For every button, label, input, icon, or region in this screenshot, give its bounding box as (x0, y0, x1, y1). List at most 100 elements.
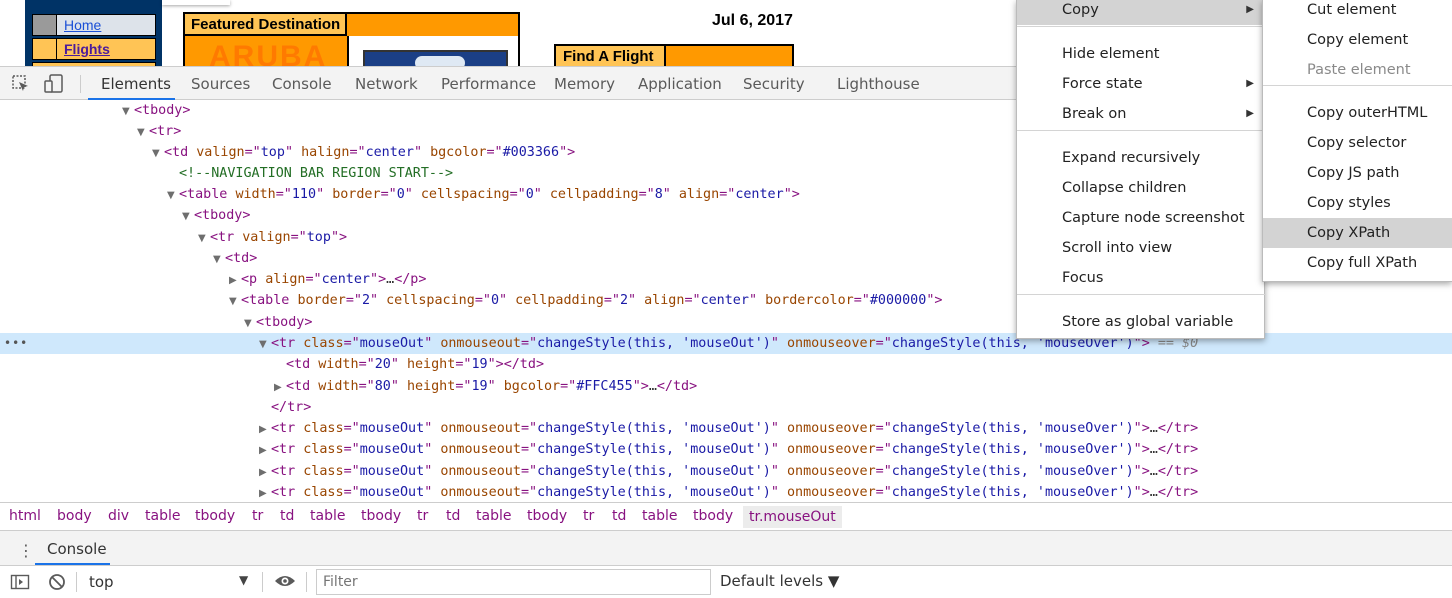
collapse-arrow-icon[interactable]: ▼ (213, 249, 225, 270)
breadcrumb-item[interactable]: body (57, 508, 92, 524)
tab-elements[interactable]: Elements (101, 75, 171, 93)
tab-memory[interactable]: Memory (554, 75, 615, 93)
collapse-arrow-icon[interactable]: ▼ (122, 101, 134, 122)
menu-item-label: Store as global variable (1062, 314, 1234, 330)
breadcrumb-item[interactable]: td (446, 508, 460, 524)
more-options-icon[interactable]: ⋮ (18, 541, 34, 560)
dom-node[interactable]: ▶ <tr class="mouseOut" onmouseout="change… (0, 461, 1452, 482)
breadcrumb-item[interactable]: table (310, 508, 345, 524)
dom-node[interactable]: ▶ <tr class="mouseOut" onmouseout="change… (0, 482, 1452, 502)
expand-arrow-icon[interactable]: ▶ (229, 270, 241, 291)
submenu-item-copy-selector[interactable]: Copy selector (1263, 128, 1452, 158)
menu-item-copy[interactable]: Copy ▶ (1017, 0, 1266, 25)
show-sidebar-icon[interactable] (10, 572, 30, 596)
breadcrumb-item[interactable]: tr (417, 508, 428, 524)
collapse-arrow-icon[interactable]: ▼ (167, 185, 179, 206)
collapse-arrow-icon[interactable]: ▼ (244, 313, 256, 334)
menu-item-label: Hide element (1062, 46, 1160, 62)
tab-network[interactable]: Network (355, 75, 418, 93)
copy-submenu: Cut element Copy element Paste element Copy… (1262, 0, 1452, 282)
submenu-item-copy-element[interactable]: Copy element (1263, 25, 1452, 55)
expand-arrow-icon[interactable]: ▶ (259, 419, 271, 440)
menu-item-break-on[interactable]: Break on ▶ (1017, 99, 1266, 129)
collapse-arrow-icon[interactable]: ▼ (229, 291, 241, 312)
breadcrumb-item[interactable]: tr (252, 508, 263, 524)
menu-item-capture-node-screenshot[interactable]: Capture node screenshot (1017, 203, 1266, 233)
dom-node[interactable]: <td width="20" height="19"></td> (0, 354, 1452, 375)
breadcrumb-item[interactable]: table (642, 508, 677, 524)
breadcrumb-current[interactable]: tr.mouseOut (743, 506, 842, 528)
collapse-arrow-icon[interactable]: ▼ (182, 206, 194, 227)
submenu-item-copy-styles[interactable]: Copy styles (1263, 188, 1452, 218)
menu-item-label: Copy (1062, 2, 1099, 18)
page-date: Jul 6, 2017 (712, 12, 793, 29)
breadcrumb-item[interactable]: tbody (693, 508, 733, 524)
nav-link-flights[interactable]: Flights (64, 41, 110, 57)
expand-arrow-icon[interactable]: ▶ (259, 462, 271, 483)
collapse-arrow-icon[interactable]: ▼ (137, 122, 149, 143)
more-actions-icon[interactable]: ••• (4, 333, 28, 354)
drawer-tabbar: ⋮ Console (0, 531, 1452, 566)
submenu-item-copy-xpath[interactable]: Copy XPath (1263, 218, 1452, 248)
log-levels-dropdown[interactable]: Default levels ▼ (720, 572, 839, 590)
breadcrumb-item[interactable]: tbody (195, 508, 235, 524)
submenu-item-copy-full-xpath[interactable]: Copy full XPath (1263, 248, 1452, 278)
featured-destination-box: Featured Destination ARUBA (183, 12, 520, 66)
menu-item-hide-element[interactable]: Hide element (1017, 39, 1266, 69)
dom-node-markup: <tr> (149, 124, 182, 139)
inspect-element-icon[interactable] (10, 73, 32, 95)
toolbar-divider (80, 75, 81, 93)
featured-destination-header: Featured Destination (185, 14, 347, 36)
expand-arrow-icon[interactable]: ▶ (259, 483, 271, 502)
submenu-item-cut-element[interactable]: Cut element (1263, 0, 1452, 25)
menu-item-force-state[interactable]: Force state ▶ (1017, 69, 1266, 99)
breadcrumb-item[interactable]: tr (583, 508, 594, 524)
tab-sources[interactable]: Sources (191, 75, 250, 93)
menu-item-label: Focus (1062, 270, 1104, 286)
breadcrumb-item[interactable]: table (145, 508, 180, 524)
find-flight-header: Find A Flight (556, 46, 666, 66)
dom-node[interactable]: ▶ <tr class="mouseOut" onmouseout="change… (0, 418, 1452, 439)
tab-application[interactable]: Application (638, 75, 722, 93)
menu-item-collapse-children[interactable]: Collapse children (1017, 173, 1266, 203)
menu-item-focus[interactable]: Focus (1017, 263, 1266, 293)
nav-item-flights[interactable]: Flights (32, 38, 156, 60)
clear-console-icon[interactable] (47, 572, 67, 596)
dom-node[interactable]: ▶ <tr class="mouseOut" onmouseout="change… (0, 439, 1452, 460)
tab-lighthouse[interactable]: Lighthouse (837, 75, 920, 93)
tab-security[interactable]: Security (743, 75, 805, 93)
expand-arrow-icon[interactable]: ▶ (259, 440, 271, 461)
eye-icon[interactable] (274, 573, 296, 593)
context-selector-value: top (89, 573, 114, 591)
submenu-item-copy-outerhtml[interactable]: Copy outerHTML (1263, 98, 1452, 128)
nav-link-home[interactable]: Home (64, 17, 101, 33)
breadcrumb-item[interactable]: tbody (527, 508, 567, 524)
dom-node[interactable]: </tr> (0, 397, 1452, 418)
collapse-arrow-icon[interactable]: ▼ (198, 228, 210, 249)
submenu-arrow-icon: ▶ (1246, 4, 1254, 15)
breadcrumb-item[interactable]: div (108, 508, 129, 524)
menu-item-expand-recursively[interactable]: Expand recursively (1017, 143, 1266, 173)
context-selector[interactable]: top ▼ (89, 573, 254, 591)
menu-item-store-as-global-variable[interactable]: Store as global variable (1017, 307, 1266, 337)
collapse-arrow-icon[interactable]: ▼ (259, 334, 271, 355)
submenu-item-copy-js-path[interactable]: Copy JS path (1263, 158, 1452, 188)
breadcrumb-item[interactable]: td (612, 508, 626, 524)
collapse-arrow-icon[interactable]: ▼ (152, 143, 164, 164)
tab-console[interactable]: Console (272, 75, 332, 93)
breadcrumb-item[interactable]: tbody (361, 508, 401, 524)
nav-marker (33, 15, 57, 35)
tooltip-fragment (162, 0, 230, 5)
expand-arrow-icon[interactable]: ▶ (274, 377, 286, 398)
breadcrumb-item[interactable]: html (9, 508, 41, 524)
nav-item-home[interactable]: Home (32, 14, 156, 36)
drawer-tab-console[interactable]: Console (47, 540, 107, 558)
console-filter-input[interactable] (316, 569, 711, 595)
device-toolbar-icon[interactable] (43, 73, 65, 95)
dom-node-markup: <tr valign="top"> (210, 230, 348, 245)
dom-node[interactable]: ▶ <td width="80" height="19" bgcolor="#FF… (0, 376, 1452, 397)
tab-performance[interactable]: Performance (441, 75, 536, 93)
breadcrumb-item[interactable]: td (280, 508, 294, 524)
menu-item-scroll-into-view[interactable]: Scroll into view (1017, 233, 1266, 263)
breadcrumb-item[interactable]: table (476, 508, 511, 524)
